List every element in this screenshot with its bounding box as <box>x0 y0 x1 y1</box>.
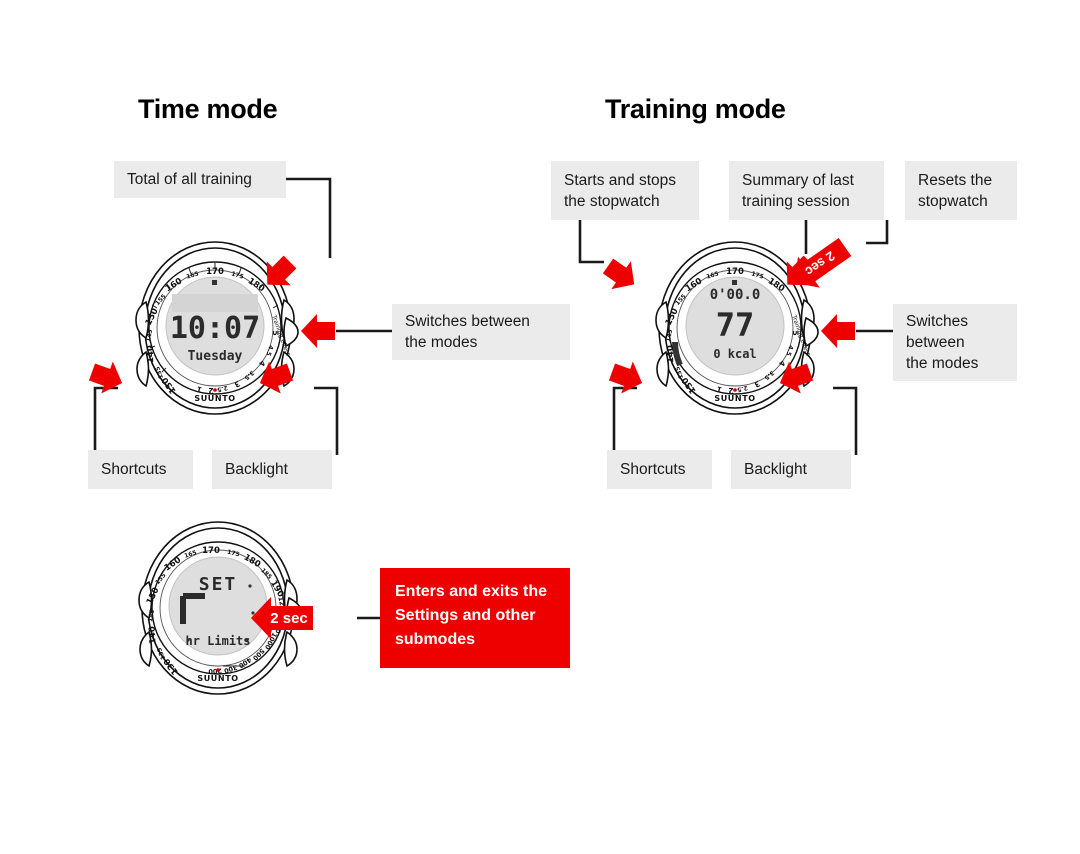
callout-switches-between-modes-training: Switches between the modes <box>893 304 1017 381</box>
callout-label: Shortcuts <box>101 461 167 478</box>
lcd-calories: 0 kcal <box>713 347 756 361</box>
diagram-canvas: Time mode Training mode Total of all tra… <box>0 0 1080 854</box>
lcd-heart-rate: 77 <box>716 306 755 344</box>
callout-backlight-training: Backlight <box>731 450 851 489</box>
callout-switches-between-modes-time: Switches between the modes <box>392 304 570 360</box>
callout-label: Starts and stops the stopwatch <box>564 171 677 210</box>
red-note-settings: Enters and exits the Settings and other … <box>380 568 570 668</box>
callout-label: Switches between the modes <box>405 313 530 351</box>
callout-shortcuts-time: Shortcuts <box>88 450 193 489</box>
watch-settings-mode: 170 165 160 155 150 145 140 135 130 175 … <box>113 518 323 698</box>
line-reset <box>866 220 889 245</box>
svg-text:5: 5 <box>271 330 280 336</box>
connector-lines <box>93 177 893 620</box>
lcd-main-time: 10:07 <box>170 311 260 346</box>
svg-text:170: 170 <box>206 267 224 277</box>
svg-text:140: 140 <box>146 345 157 363</box>
watch-button-lower-right <box>283 630 298 668</box>
page-title-time-mode: Time mode <box>138 94 278 124</box>
lcd-set-label: SET <box>199 574 238 595</box>
callout-summary-last-session: Summary of last training session <box>729 161 884 220</box>
watch-brand: SUUNTO <box>194 394 235 403</box>
lcd-stopwatch: 0'00.0 <box>710 287 761 303</box>
callout-label: Switches between the modes <box>906 313 979 372</box>
callout-label: Resets the stopwatch <box>918 171 993 210</box>
svg-text:5: 5 <box>791 330 800 336</box>
callout-label: Backlight <box>744 461 807 478</box>
callout-starts-stops-stopwatch: Starts and stops the stopwatch <box>551 161 699 220</box>
page-title-training-mode: Training mode <box>605 94 786 124</box>
watch-button-backlight <box>800 350 815 388</box>
svg-text:140: 140 <box>148 626 159 644</box>
watch-button-backlight-right <box>280 350 295 388</box>
svg-text:140: 140 <box>666 345 677 363</box>
red-note-label: Enters and exits the Settings and other … <box>395 583 548 648</box>
red-arrows-layer: 2 sec 2 sec <box>88 237 855 639</box>
callout-resets-stopwatch: Resets the stopwatch <box>905 161 1017 220</box>
svg-text:170: 170 <box>202 546 220 556</box>
callout-label: Shortcuts <box>620 461 686 478</box>
callout-total-of-all-training: Total of all training <box>114 161 286 198</box>
callout-shortcuts-training: Shortcuts <box>607 450 712 489</box>
lcd-sub-weekday: Tuesday <box>188 349 243 364</box>
watch-brand: SUUNTO <box>714 394 755 403</box>
callout-label: Backlight <box>225 461 288 478</box>
callout-backlight-time: Backlight <box>212 450 332 489</box>
callout-label: Summary of last training session <box>742 171 854 210</box>
watch-button-settings-enter <box>286 596 302 628</box>
callout-label: Total of all training <box>127 171 252 188</box>
watch-brand: SUUNTO <box>197 674 238 683</box>
svg-text:170: 170 <box>726 267 744 277</box>
watch-time-mode: 170 165 160 155 150 145 140 135 130 175 … <box>110 238 320 418</box>
watch-training-mode: 170 165 160 155 150 145 140 135 130 175 … <box>630 238 840 418</box>
lcd-hr-limits: hr Limits <box>185 634 250 648</box>
line-start-stop <box>578 220 604 264</box>
